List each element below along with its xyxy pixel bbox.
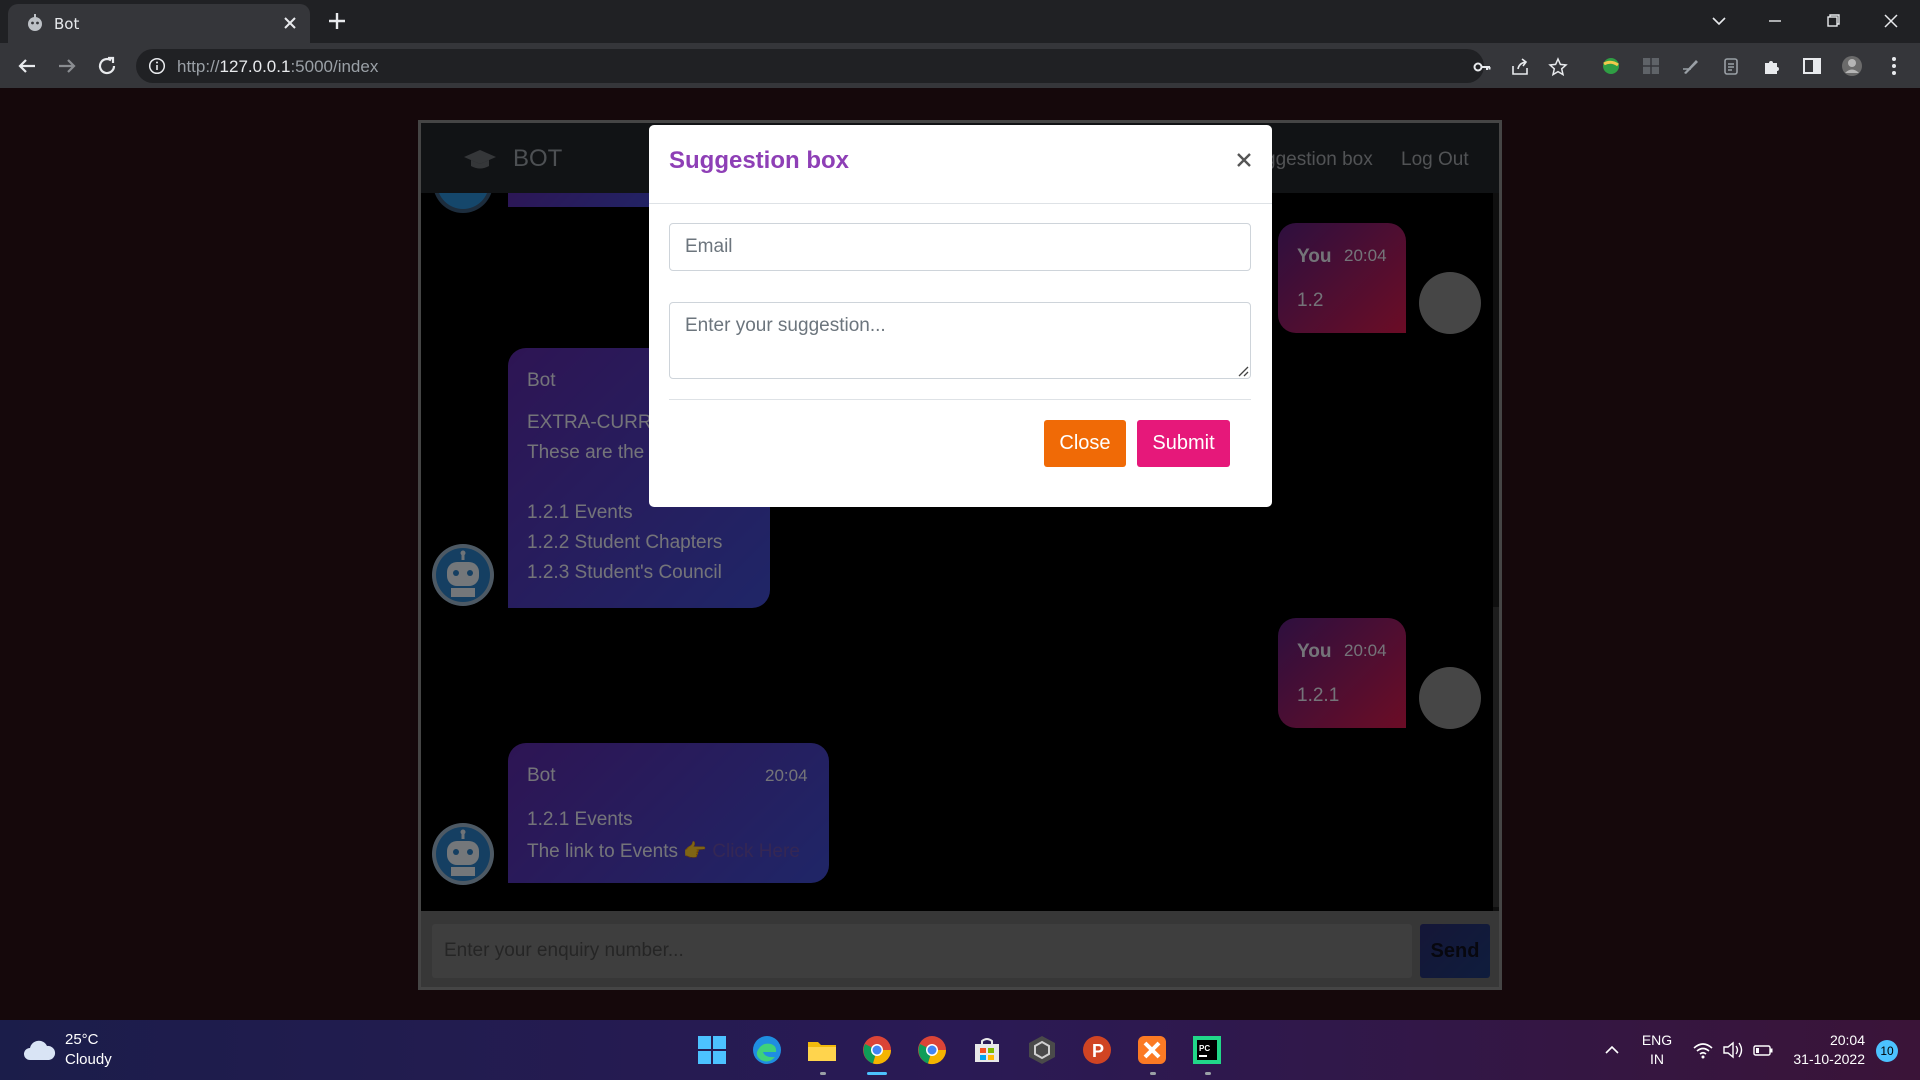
address-bar[interactable]: http://127.0.0.1:5000/index <box>136 49 1568 83</box>
language-region[interactable]: IN <box>1638 1051 1676 1067</box>
running-indicator <box>1150 1072 1156 1075</box>
extension-clipboard-icon[interactable] <box>1720 55 1742 77</box>
minimize-icon[interactable] <box>1762 8 1788 34</box>
clock-date[interactable]: 31-10-2022 <box>1785 1051 1865 1067</box>
url-text: http://127.0.0.1:5000/index <box>177 57 379 76</box>
tab-title: Bot <box>54 15 80 33</box>
weather-condition[interactable]: Cloudy <box>65 1051 112 1068</box>
windows-taskbar: 25°C Cloudy P PC ENG IN 20:04 31-10-2022… <box>0 1020 1920 1080</box>
modal-footer-divider <box>669 399 1251 400</box>
cloud-icon[interactable] <box>22 1038 56 1062</box>
suggestion-textarea[interactable] <box>669 302 1251 379</box>
side-panel-icon[interactable] <box>1801 55 1823 77</box>
edge-icon[interactable] <box>751 1034 783 1066</box>
browser-toolbar: http://127.0.0.1:5000/index <box>0 43 1920 88</box>
resize-handle-icon[interactable] <box>1237 365 1249 377</box>
reload-icon[interactable] <box>95 54 119 78</box>
microsoft-store-icon[interactable] <box>971 1034 1003 1066</box>
powerpoint-icon[interactable]: P <box>1081 1034 1113 1066</box>
active-indicator <box>867 1072 887 1075</box>
restore-icon[interactable] <box>1820 8 1846 34</box>
language-code[interactable]: ENG <box>1638 1032 1676 1048</box>
unity-hub-icon[interactable] <box>1026 1034 1058 1066</box>
svg-text:P: P <box>1092 1041 1104 1061</box>
tab-close-icon[interactable] <box>280 13 300 33</box>
running-indicator <box>1205 1072 1211 1075</box>
email-field[interactable] <box>669 223 1251 271</box>
browser-tabstrip: Bot <box>0 0 1920 43</box>
submit-button[interactable]: Submit <box>1137 420 1230 467</box>
notification-badge[interactable]: 10 <box>1876 1040 1898 1062</box>
xampp-icon[interactable] <box>1136 1034 1168 1066</box>
browser-tab[interactable]: Bot <box>8 4 310 43</box>
bookmark-star-icon[interactable] <box>1548 57 1568 77</box>
wifi-icon[interactable] <box>1692 1040 1714 1060</box>
pycharm-icon[interactable]: PC <box>1191 1034 1223 1066</box>
bot-favicon-icon <box>28 14 42 31</box>
extensions-puzzle-icon[interactable] <box>1761 55 1783 77</box>
site-info-icon[interactable] <box>148 57 166 75</box>
extension-grid-icon[interactable] <box>1640 55 1662 77</box>
browser-menu-icon[interactable] <box>1883 55 1905 77</box>
modal-title: Suggestion box <box>669 147 849 174</box>
modal-header-divider <box>649 203 1272 204</box>
volume-icon[interactable] <box>1722 1040 1744 1060</box>
clock-time[interactable]: 20:04 <box>1785 1032 1865 1048</box>
chrome-profile-icon[interactable] <box>916 1034 948 1066</box>
key-icon[interactable] <box>1472 57 1492 77</box>
chrome-icon[interactable] <box>861 1034 893 1066</box>
file-explorer-icon[interactable] <box>806 1034 838 1066</box>
show-hidden-icons-icon[interactable] <box>1601 1040 1623 1060</box>
close-window-icon[interactable] <box>1878 8 1904 34</box>
running-indicator <box>820 1072 826 1075</box>
weather-temperature[interactable]: 25°C <box>65 1031 99 1048</box>
forward-icon[interactable] <box>55 54 79 78</box>
modal-close-icon[interactable] <box>1235 151 1253 169</box>
new-tab-icon[interactable] <box>326 10 348 32</box>
start-windows-icon[interactable] <box>696 1034 728 1066</box>
share-icon[interactable] <box>1510 57 1530 77</box>
back-icon[interactable] <box>15 54 39 78</box>
svg-text:PC: PC <box>1199 1044 1210 1053</box>
tab-search-icon[interactable] <box>1706 8 1732 34</box>
close-button[interactable]: Close <box>1044 420 1126 467</box>
battery-icon[interactable] <box>1752 1040 1774 1060</box>
suggestion-modal: Suggestion box Close Submit <box>649 125 1272 507</box>
profile-avatar-icon[interactable] <box>1841 55 1863 77</box>
extension-globe-icon[interactable] <box>1600 55 1622 77</box>
extension-pen-icon[interactable] <box>1680 55 1702 77</box>
